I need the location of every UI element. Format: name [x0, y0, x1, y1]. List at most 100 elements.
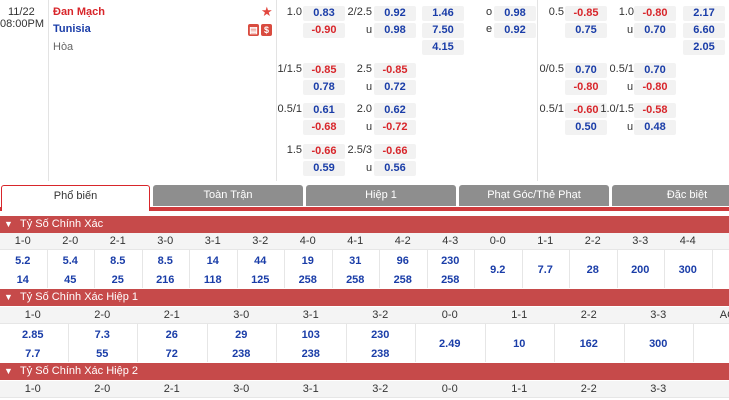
- odd-even-label: e: [486, 23, 493, 35]
- away-team[interactable]: Tunisia: [53, 23, 91, 35]
- score-odds-draw[interactable]: 200: [617, 264, 665, 276]
- odds-cell[interactable]: -0.68: [303, 120, 345, 135]
- total-line: 2.5: [356, 63, 372, 75]
- tab-popular[interactable]: Phổ biến: [1, 185, 150, 211]
- score-odds-away[interactable]: 118: [189, 274, 237, 286]
- score-odds-draw[interactable]: 300: [624, 338, 694, 350]
- odds-cell[interactable]: 0.70: [634, 23, 676, 38]
- score-odds-home[interactable]: 31: [332, 255, 380, 267]
- odds-cell[interactable]: -0.58: [634, 103, 676, 118]
- score-odds-home[interactable]: 44: [237, 255, 285, 267]
- score-odds-home[interactable]: 14: [189, 255, 237, 267]
- odds-cell[interactable]: -0.80: [634, 6, 676, 21]
- calendar-icon[interactable]: ▤: [248, 24, 259, 36]
- score-odds-away[interactable]: 7.7: [0, 348, 68, 360]
- score-odds-home[interactable]: 5.4: [47, 255, 95, 267]
- odds-cell[interactable]: 0.70: [634, 63, 676, 78]
- score-odds-draw[interactable]: 2.49: [415, 338, 485, 350]
- score-odds-home[interactable]: 7.3: [68, 329, 138, 341]
- score-label: 3-0: [233, 309, 250, 321]
- score-odds-home[interactable]: 8.5: [142, 255, 190, 267]
- tab-full-match[interactable]: Toàn Trận: [153, 185, 303, 206]
- section-correct-score[interactable]: ▼ Tỷ Số Chính Xác: [0, 216, 729, 233]
- score-odds-away[interactable]: 258: [332, 274, 380, 286]
- odds-cell[interactable]: 0.78: [303, 80, 345, 95]
- score-odds-away[interactable]: 258: [379, 274, 427, 286]
- score-odds-away[interactable]: 258: [284, 274, 332, 286]
- odds-cell[interactable]: 0.72: [374, 80, 416, 95]
- score-odds-away[interactable]: 258: [427, 274, 475, 286]
- score-odds-home[interactable]: 8.5: [94, 255, 142, 267]
- score-label: 3-3: [632, 235, 649, 247]
- score-label: 3-2: [252, 235, 269, 247]
- score-label: 3-2: [372, 383, 389, 395]
- score-odds-home[interactable]: 230: [427, 255, 475, 267]
- section-correct-score-h2[interactable]: ▼ Tỷ Số Chính Xác Hiệp 2: [0, 363, 729, 380]
- total-line: 0.5/1: [609, 63, 634, 75]
- odds-cell[interactable]: 0.98: [374, 23, 416, 38]
- star-icon[interactable]: ★: [261, 4, 273, 20]
- under-label: u: [366, 121, 373, 133]
- score-odds-draw[interactable]: 10: [485, 338, 555, 350]
- odds-cell[interactable]: 0.62: [374, 103, 416, 118]
- total-line: 1.0: [618, 6, 634, 18]
- dollar-icon[interactable]: $: [261, 24, 272, 36]
- score-odds-draw[interactable]: 9.2: [474, 264, 522, 276]
- score-odds-away[interactable]: 238: [207, 348, 277, 360]
- odds-cell[interactable]: 0.59: [303, 161, 345, 176]
- score-label: 3-2: [372, 309, 389, 321]
- odds-cell[interactable]: 1.46: [422, 6, 464, 21]
- tab-corners-cards[interactable]: Phạt Góc/Thẻ Phạt: [459, 185, 609, 206]
- odds-cell[interactable]: 0.75: [565, 23, 607, 38]
- score-odds-draw[interactable]: 7.7: [522, 264, 570, 276]
- tab-first-half[interactable]: Hiệp 1: [306, 185, 456, 206]
- home-team[interactable]: Đan Mạch: [53, 6, 105, 18]
- column-divider: [623, 324, 625, 362]
- score-odds-home[interactable]: 103: [276, 329, 346, 341]
- odds-cell[interactable]: 0.92: [374, 6, 416, 21]
- odds-cell[interactable]: 0.50: [565, 120, 607, 135]
- score-odds-draw[interactable]: 28: [569, 264, 617, 276]
- score-odds-home[interactable]: 96: [379, 255, 427, 267]
- score-odds-away[interactable]: 25: [94, 274, 142, 286]
- score-odds-home[interactable]: 19: [284, 255, 332, 267]
- tab-special[interactable]: Đặc biệt: [612, 185, 729, 206]
- score-odds-away[interactable]: 238: [276, 348, 346, 360]
- score-label: 1-0: [24, 383, 41, 395]
- score-odds-away[interactable]: 14: [0, 274, 47, 286]
- odds-cell[interactable]: -0.85: [374, 63, 416, 78]
- section-correct-score-h1[interactable]: ▼ Tỷ Số Chính Xác Hiệp 1: [0, 289, 729, 306]
- score-odds-home[interactable]: 2.85: [0, 329, 68, 341]
- odds-cell[interactable]: 4.15: [422, 40, 464, 55]
- score-odds-home[interactable]: 29: [207, 329, 277, 341]
- odds-cell[interactable]: 0.56: [374, 161, 416, 176]
- score-odds-away[interactable]: 238: [346, 348, 416, 360]
- score-odds-away[interactable]: 216: [142, 274, 190, 286]
- odds-cell[interactable]: 0.48: [634, 120, 676, 135]
- score-odds-away[interactable]: 45: [47, 274, 95, 286]
- odds-cell[interactable]: -0.80: [634, 80, 676, 95]
- odds-cell[interactable]: -0.90: [303, 23, 345, 38]
- odds-cell[interactable]: -0.66: [374, 144, 416, 159]
- odds-cell[interactable]: -0.80: [565, 80, 607, 95]
- odd-even-label: o: [486, 6, 493, 18]
- odds-cell[interactable]: -0.72: [374, 120, 416, 135]
- score-label: 3-1: [204, 235, 221, 247]
- score-odds-home[interactable]: 5.2: [0, 255, 47, 267]
- score-odds-home[interactable]: 230: [346, 329, 416, 341]
- odds-cell[interactable]: 2.05: [683, 40, 725, 55]
- odds-cell[interactable]: 7.50: [422, 23, 464, 38]
- score-odds-away[interactable]: 125: [237, 274, 285, 286]
- odds-cell[interactable]: 2.17: [683, 6, 725, 21]
- score-odds-home[interactable]: 26: [137, 329, 207, 341]
- score-odds-away[interactable]: 72: [137, 348, 207, 360]
- score-odds-away[interactable]: 55: [68, 348, 138, 360]
- handicap-line: 0/0.5: [539, 63, 564, 75]
- odds-cell[interactable]: 0.92: [494, 23, 536, 38]
- score-odds-draw[interactable]: 300: [664, 264, 712, 276]
- column-divider: [206, 324, 208, 362]
- odds-cell[interactable]: 6.60: [683, 23, 725, 38]
- score-odds-draw[interactable]: 162: [554, 338, 624, 350]
- score-label: 2-0: [62, 235, 79, 247]
- column-divider: [137, 324, 138, 362]
